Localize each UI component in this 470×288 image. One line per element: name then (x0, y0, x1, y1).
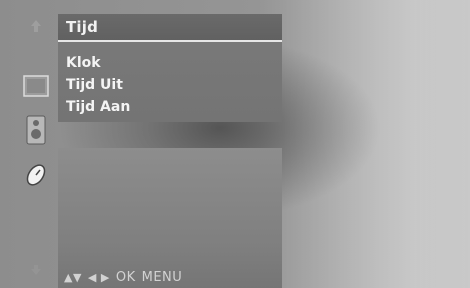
menu-icon-rail (16, 10, 56, 282)
menu-title: Tijd (66, 18, 99, 36)
menu-item-klok[interactable]: Klok (66, 52, 276, 74)
up-arrow-icon[interactable] (16, 14, 56, 38)
menu-item-tijd-uit[interactable]: Tijd Uit (66, 74, 276, 96)
tv-screen: Tijd Klok Tijd Uit Tijd Aan ▲▼ ◀ ▶ OK ME… (0, 0, 470, 288)
menu-item-tijd-aan[interactable]: Tijd Aan (66, 96, 276, 118)
menu-hint: MENU (141, 269, 183, 285)
screen-sheen (282, 0, 470, 288)
menu-title-bar: Tijd (58, 14, 282, 42)
picture-icon[interactable] (16, 72, 56, 100)
clock-icon[interactable] (16, 160, 56, 190)
speaker-icon[interactable] (16, 114, 56, 146)
time-menu-panel: Tijd Klok Tijd Uit Tijd Aan (58, 14, 282, 122)
navigation-hint: ▲▼ ◀ ▶ OK MENU (64, 268, 182, 286)
up-down-arrows-icon: ▲▼ (64, 270, 82, 284)
down-arrow-icon[interactable] (16, 260, 56, 280)
ok-hint: OK (115, 269, 136, 285)
menu-items: Klok Tijd Uit Tijd Aan (66, 52, 276, 118)
left-right-arrows-icon: ◀ ▶ (87, 270, 110, 284)
submenu-panel (58, 148, 282, 288)
